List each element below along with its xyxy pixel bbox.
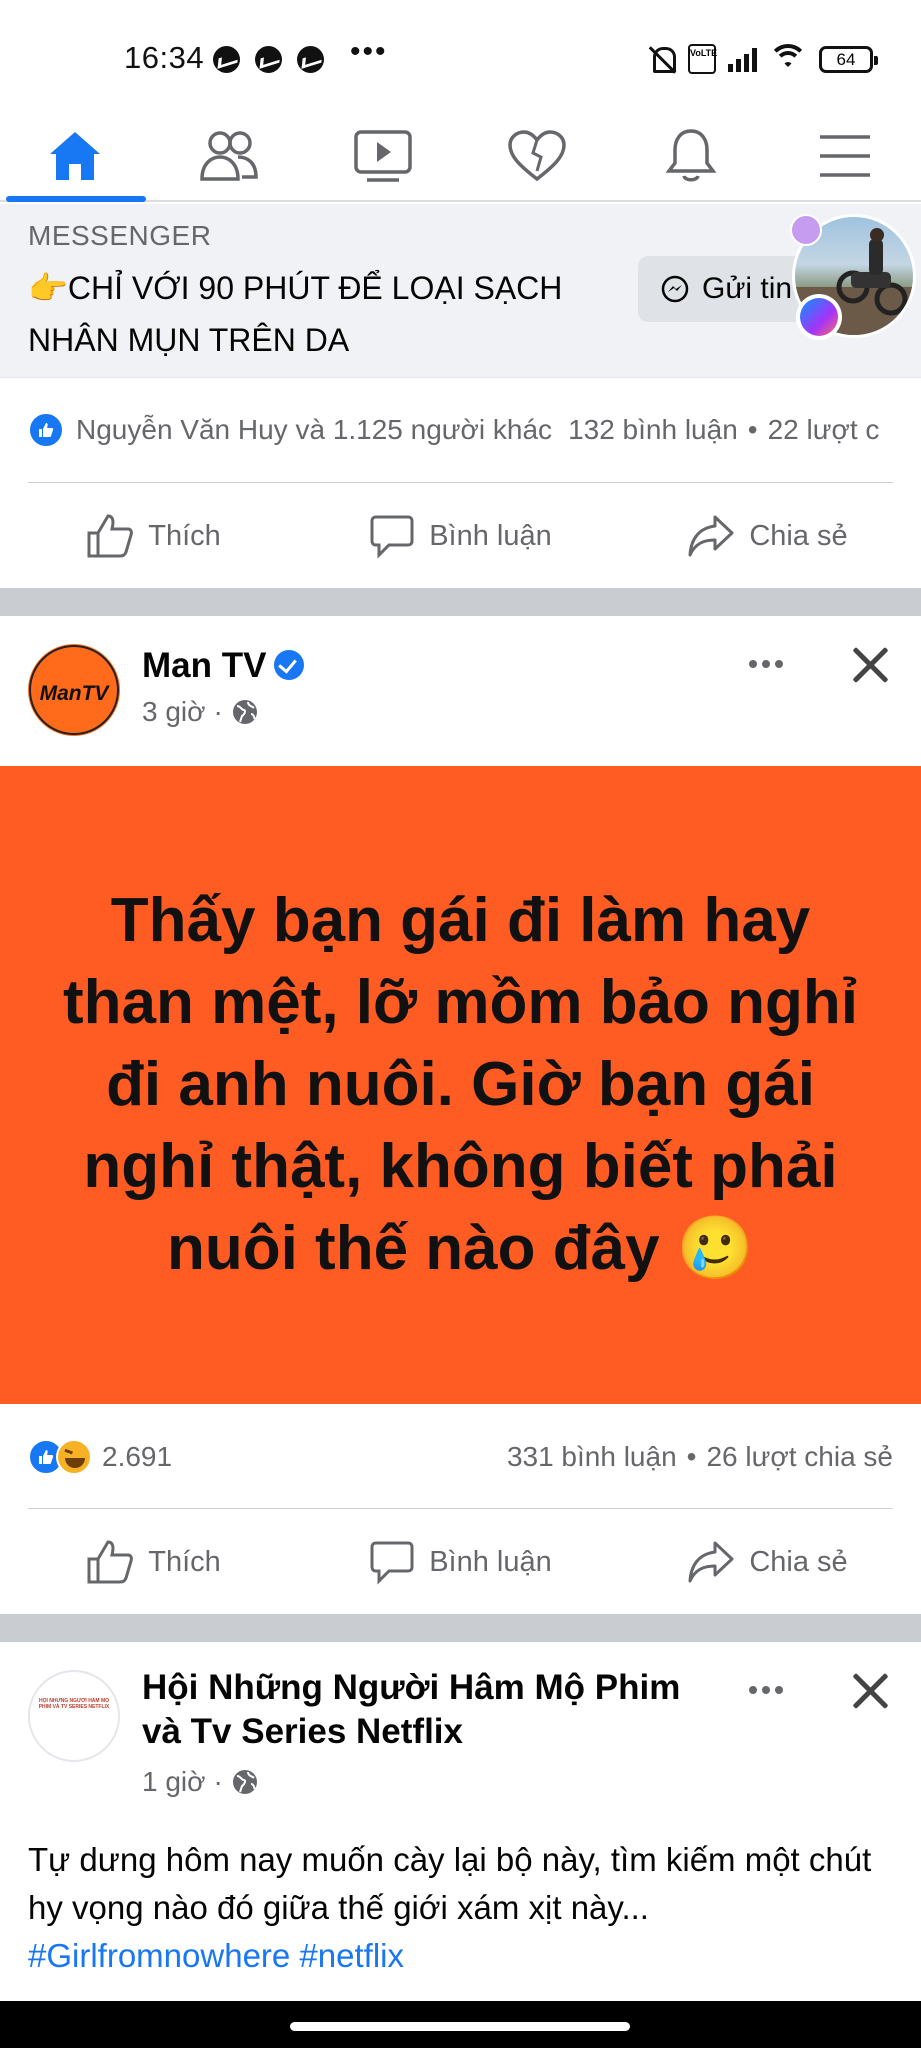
messenger-badge-icon [796, 294, 842, 340]
comment-count[interactable]: 331 bình luận [507, 1441, 677, 1473]
like-icon [87, 1540, 134, 1584]
messenger-notification-icon [255, 46, 282, 73]
like-icon [87, 514, 134, 558]
post-stats[interactable]: 2.691 [28, 1437, 172, 1477]
page-avatar[interactable]: ManTV [28, 644, 120, 736]
comment-button[interactable]: Bình luận [307, 496, 614, 576]
messenger-ad-banner[interactable]: MESSENGER 👉CHỈ VỚI 90 PHÚT ĐỂ LOẠI SẠCH … [0, 204, 921, 378]
tab-friends[interactable] [154, 110, 304, 202]
menu-icon [820, 135, 870, 177]
like-label: Thích [148, 1545, 221, 1578]
post-engagement: 331 bình luận • 26 lượt chia sẻ [507, 1437, 893, 1477]
hide-post-button[interactable] [848, 642, 892, 686]
send-message-button[interactable]: Gửi tin [638, 256, 818, 322]
comment-label: Bình luận [429, 519, 552, 552]
post-text-background[interactable]: Thấy bạn gái đi làm hay than mệt, lỡ mồm… [0, 766, 921, 1404]
dating-icon [508, 130, 566, 182]
stats-separator: • [747, 414, 758, 445]
messenger-notification-icon [213, 46, 240, 73]
post-time[interactable]: 3 giờ [142, 696, 206, 728]
battery-icon: 64 [819, 45, 878, 73]
feed-separator [0, 588, 921, 616]
messenger-notification-icon [297, 46, 324, 73]
hide-post-button[interactable] [848, 1668, 892, 1712]
share-count[interactable]: 22 lượt c [768, 414, 880, 446]
comment-label: Bình luận [429, 1545, 552, 1578]
divider [28, 482, 893, 483]
notifications-icon [665, 129, 717, 182]
messenger-icon [661, 275, 689, 303]
mantv-logo: ManTV [29, 645, 119, 735]
reaction-summary[interactable]: Nguyễn Văn Huy và 1.125 người khác [76, 414, 552, 446]
comment-icon [370, 1541, 414, 1585]
status-time: 16:34 [124, 40, 205, 75]
globe-icon [232, 700, 257, 724]
avatar-text: HỘI NHỮNG NGƯỜI HÂM MỘ PHIM VÀ TV SERIES… [38, 1698, 110, 1710]
share-icon [688, 1541, 734, 1583]
post-body: Tự dưng hôm nay muốn cày lại bộ này, tìm… [28, 1836, 908, 1980]
wifi-icon [769, 44, 807, 74]
divider [28, 1508, 893, 1509]
post-content: Thấy bạn gái đi làm hay than mệt, lỡ mồm… [63, 886, 858, 1283]
comment-icon [370, 515, 414, 559]
feed-separator [0, 1614, 921, 1642]
like-button[interactable]: Thích [0, 1522, 307, 1602]
top-navigation [0, 110, 921, 202]
status-bar: 16:34 ••• VoLTE 64 [0, 0, 921, 110]
tab-watch[interactable] [308, 110, 458, 202]
meta-separator: · [213, 1766, 223, 1797]
tab-home[interactable] [0, 110, 150, 202]
tab-dating[interactable] [462, 110, 612, 202]
post-time[interactable]: 1 giờ [142, 1766, 206, 1798]
share-button[interactable]: Chia sẻ [614, 496, 921, 576]
hashtag-links[interactable]: #Girlfromnowhere #netflix [28, 1932, 908, 1980]
comment-button[interactable]: Bình luận [307, 1522, 614, 1602]
avatar-text: ManTV [40, 682, 111, 705]
tab-notifications[interactable] [616, 110, 766, 202]
active-tab-indicator [6, 196, 146, 202]
share-icon [688, 515, 734, 557]
share-label: Chia sẻ [749, 1545, 848, 1578]
volte-icon: VoLTE [688, 44, 717, 74]
like-button[interactable]: Thích [0, 496, 307, 576]
page-name[interactable]: Hội Những Người Hâm Mộ Phim và Tv Series… [142, 1666, 722, 1754]
more-options-button[interactable] [738, 1670, 794, 1710]
ad-headline: 👉CHỈ VỚI 90 PHÚT ĐỂ LOẠI SẠCH NHÂN MỤN T… [28, 270, 563, 358]
signal-icon [728, 46, 757, 72]
post-text: Tự dưng hôm nay muốn cày lại bộ này, tìm… [28, 1841, 872, 1926]
home-icon [50, 132, 100, 180]
post-meta: 3 giờ · [142, 696, 259, 728]
post-stats[interactable]: Nguyễn Văn Huy và 1.125 người khác 132 b… [28, 410, 879, 450]
post-actions: Thích Bình luận Chia sẻ [0, 496, 921, 576]
post-meta: 1 giờ · [142, 1766, 259, 1798]
haha-reaction-icon [56, 1439, 92, 1475]
like-reaction-icon [28, 412, 64, 448]
page-name[interactable]: Man TV [142, 644, 305, 688]
share-button[interactable]: Chia sẻ [614, 1522, 921, 1602]
more-notifications-icon: ••• [350, 35, 388, 68]
system-icons: VoLTE 64 [648, 42, 878, 76]
page-avatar[interactable]: HỘI NHỮNG NGƯỜI HÂM MỘ PHIM VÀ TV SERIES… [28, 1670, 120, 1762]
page-name-text[interactable]: Man TV [142, 646, 266, 685]
chat-head-online-dot [790, 214, 822, 246]
send-message-label: Gửi tin [702, 272, 793, 305]
share-label: Chia sẻ [749, 519, 848, 552]
more-options-button[interactable] [738, 644, 794, 684]
reaction-count[interactable]: 2.691 [102, 1441, 172, 1473]
home-indicator[interactable] [290, 2022, 630, 2031]
watch-icon [354, 130, 412, 182]
tab-menu[interactable] [770, 110, 920, 202]
mute-icon [648, 44, 676, 74]
share-count[interactable]: 26 lượt chia sẻ [706, 1441, 893, 1473]
stats-separator: • [686, 1441, 697, 1472]
group-logo: HỘI NHỮNG NGƯỜI HÂM MỘ PHIM VÀ TV SERIES… [38, 1698, 110, 1710]
globe-icon [232, 1770, 257, 1794]
meta-separator: · [213, 696, 223, 727]
ad-source-label: MESSENGER [28, 220, 212, 251]
post-actions: Thích Bình luận Chia sẻ [0, 1522, 921, 1602]
verified-badge-icon [274, 649, 305, 680]
friends-icon [200, 131, 258, 181]
comment-count[interactable]: 132 bình luận [568, 414, 738, 446]
like-label: Thích [148, 519, 221, 552]
